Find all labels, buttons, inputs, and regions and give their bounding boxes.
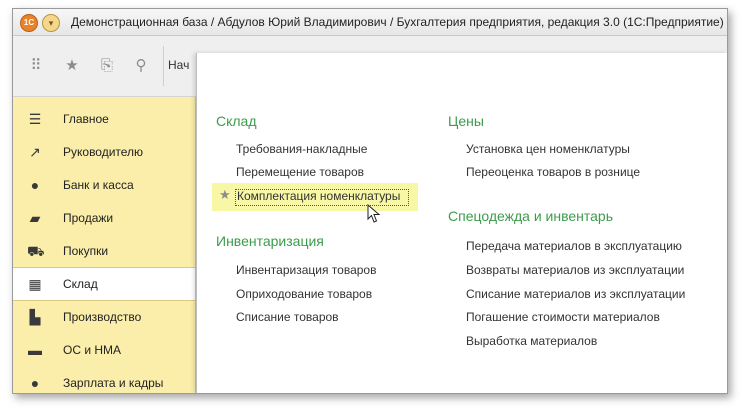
apps-grid-icon[interactable]: ⠿ — [28, 58, 44, 74]
shopping-cart-icon: ⛟ — [27, 243, 45, 259]
tab-start-page[interactable]: Нач — [168, 58, 189, 72]
link-cost-repayment[interactable]: Погашение стоимости материалов — [466, 310, 660, 324]
sidebar-item-label: Производство — [63, 310, 142, 324]
menu-lines-icon: ☰ — [28, 111, 42, 127]
application-window: 1С ▾ Демонстрационная база / Абдулов Юри… — [12, 8, 728, 394]
link-materials-writeoff[interactable]: Списание материалов из эксплуатации — [466, 287, 685, 301]
mouse-pointer-icon — [367, 204, 381, 223]
sidebar-item-production[interactable]: ▙ Производство — [13, 301, 195, 333]
sidebar-item-salary[interactable]: ● Зарплата и кадры — [13, 367, 195, 393]
sidebar-item-label: Покупки — [63, 244, 109, 258]
link-set-prices[interactable]: Установка цен номенклатуры — [466, 142, 630, 156]
sidebar-item-label: Продажи — [63, 211, 114, 225]
section-title-workwear: Спецодежда и инвентарь — [448, 208, 614, 224]
sidebar-item-label: Зарплата и кадры — [63, 376, 164, 390]
favorite-star-icon[interactable]: ★ — [219, 187, 231, 203]
sections-sidebar: ☰ Главное ↗ Руководителю ● Банк и касса … — [13, 97, 196, 393]
history-icon[interactable]: ⎘ — [99, 58, 115, 74]
section-title-warehouse: Склад — [216, 113, 257, 129]
1c-logo-icon[interactable]: 1С — [20, 14, 38, 32]
shopping-bag-icon: ▰ — [29, 210, 41, 226]
warehouse-grid-icon: ▦ — [28, 276, 42, 292]
sidebar-item-bank[interactable]: ● Банк и касса — [13, 169, 195, 201]
link-retail-revaluation[interactable]: Переоценка товаров в рознице — [466, 165, 640, 179]
link-materials-transfer[interactable]: Передача материалов в эксплуатацию — [466, 239, 682, 253]
link-goods-writeoff[interactable]: Списание товаров — [236, 310, 339, 324]
ruble-coin-icon: ● — [30, 177, 40, 193]
link-bundling[interactable]: Комплектация номенклатуры — [237, 189, 400, 203]
sidebar-item-warehouse[interactable]: ▦ Склад — [13, 267, 195, 301]
sidebar-item-label: Склад — [63, 277, 98, 291]
section-commands-panel: Склад Требования-накладные Перемещение т… — [196, 53, 727, 393]
main-menu-button[interactable]: ▾ — [42, 14, 60, 32]
trend-chart-icon: ↗ — [29, 144, 41, 160]
toolbar-separator — [163, 46, 164, 86]
section-title-prices: Цены — [448, 113, 484, 129]
truck-icon: ▬ — [28, 342, 42, 358]
link-requisitions[interactable]: Требования-накладные — [236, 142, 367, 156]
link-goods-receipt[interactable]: Оприходование товаров — [236, 287, 372, 301]
sidebar-item-label: Главное — [63, 112, 109, 126]
search-icon[interactable]: ⚲ — [133, 58, 149, 74]
sidebar-item-label: Руководителю — [63, 145, 144, 159]
link-inventory-goods[interactable]: Инвентаризация товаров — [236, 263, 376, 277]
link-materials-returns[interactable]: Возвраты материалов из эксплуатации — [466, 263, 684, 277]
person-icon: ● — [30, 375, 40, 391]
sidebar-item-label: Банк и касса — [63, 178, 134, 192]
sidebar-item-manager[interactable]: ↗ Руководителю — [13, 136, 195, 168]
section-title-inventory: Инвентаризация — [216, 233, 324, 249]
sidebar-item-label: ОС и НМА — [63, 343, 122, 357]
factory-icon: ▙ — [29, 309, 41, 325]
star-icon[interactable]: ★ — [64, 58, 80, 74]
title-bar: 1С ▾ Демонстрационная база / Абдулов Юри… — [13, 9, 727, 36]
link-materials-output[interactable]: Выработка материалов — [466, 334, 597, 348]
sidebar-item-sales[interactable]: ▰ Продажи — [13, 202, 195, 234]
sidebar-item-fixed-assets[interactable]: ▬ ОС и НМА — [13, 334, 195, 366]
link-goods-transfer[interactable]: Перемещение товаров — [236, 165, 364, 179]
sidebar-item-purchases[interactable]: ⛟ Покупки — [13, 235, 195, 267]
window-title: Демонстрационная база / Абдулов Юрий Вла… — [71, 15, 724, 29]
sidebar-item-main[interactable]: ☰ Главное — [13, 103, 195, 135]
